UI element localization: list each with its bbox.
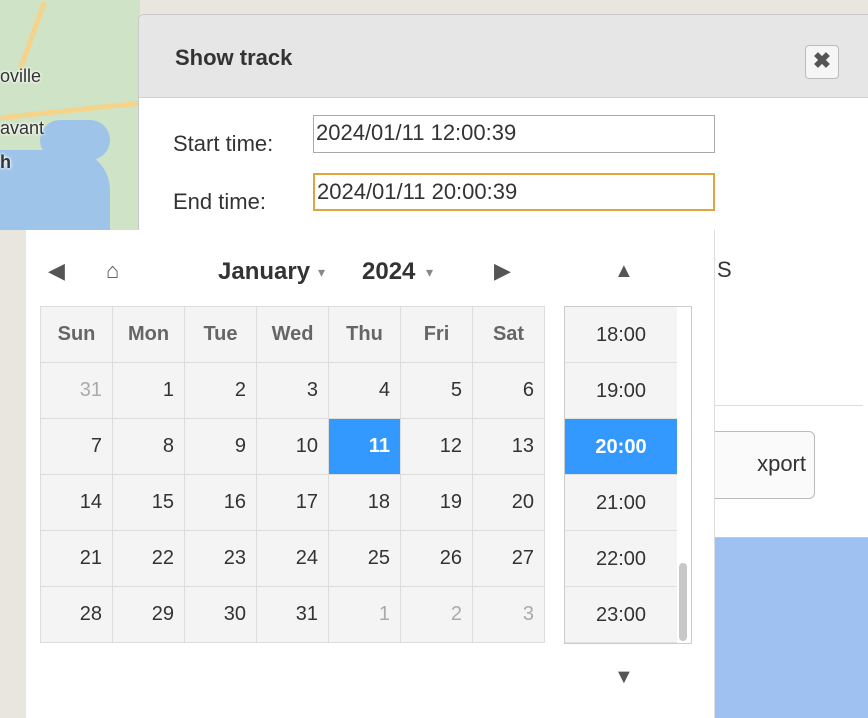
day-cell[interactable]: 1 — [328, 586, 401, 643]
chevron-left-icon[interactable]: ◀ — [48, 258, 65, 284]
time-item[interactable]: 18:00 — [565, 307, 677, 363]
map-label: avant — [0, 118, 45, 138]
day-cell[interactable]: 24 — [256, 530, 329, 587]
day-cell[interactable]: 16 — [184, 474, 257, 531]
close-button[interactable]: ✖ — [805, 45, 839, 79]
day-cell[interactable]: 22 — [112, 530, 185, 587]
end-time-input[interactable]: 2024/01/11 20:00:39 — [313, 173, 715, 211]
map-label: oville — [0, 66, 42, 86]
export-button[interactable]: xport — [699, 431, 815, 499]
day-cell[interactable]: 2 — [400, 586, 473, 643]
week-row: 21 22 23 24 25 26 27 — [40, 530, 545, 587]
start-time-label: Start time: — [173, 131, 274, 156]
day-cell[interactable]: 21 — [40, 530, 113, 587]
calendar-grid: Sun Mon Tue Wed Thu Fri Sat 31 1 2 3 4 5… — [40, 306, 545, 643]
day-cell[interactable]: 3 — [256, 362, 329, 419]
day-cell[interactable]: 31 — [256, 586, 329, 643]
day-cell[interactable]: 26 — [400, 530, 473, 587]
partial-label: S — [717, 257, 732, 282]
weekday-header: Sun — [40, 306, 113, 363]
day-cell[interactable]: 27 — [472, 530, 545, 587]
time-item-selected[interactable]: 20:00 — [565, 419, 677, 475]
start-time-input[interactable]: 2024/01/11 12:00:39 — [313, 115, 715, 153]
weekday-header-row: Sun Mon Tue Wed Thu Fri Sat — [40, 306, 545, 363]
scrollbar[interactable] — [679, 563, 687, 641]
day-cell[interactable]: 1 — [112, 362, 185, 419]
caret-down-icon[interactable]: ▼ — [614, 666, 634, 689]
weekday-header: Wed — [256, 306, 329, 363]
day-cell[interactable]: 29 — [112, 586, 185, 643]
time-item[interactable]: 23:00 — [565, 587, 677, 643]
day-cell[interactable]: 8 — [112, 418, 185, 475]
day-cell[interactable]: 10 — [256, 418, 329, 475]
day-cell[interactable]: 2 — [184, 362, 257, 419]
day-cell[interactable]: 4 — [328, 362, 401, 419]
day-cell[interactable]: 6 — [472, 362, 545, 419]
end-time-label: End time: — [173, 189, 266, 214]
divider — [713, 405, 863, 406]
day-cell[interactable]: 25 — [328, 530, 401, 587]
weekday-header: Thu — [328, 306, 401, 363]
datetime-picker: ◀ ⌂ January ▾ 2024 ▾ ▶ ▲ Sun Mon Tue Wed… — [26, 230, 715, 718]
day-cell[interactable]: 18 — [328, 474, 401, 531]
time-list[interactable]: 18:00 19:00 20:00 21:00 22:00 23:00 — [564, 306, 692, 644]
home-icon[interactable]: ⌂ — [106, 258, 119, 284]
time-item[interactable]: 21:00 — [565, 475, 677, 531]
chevron-down-icon[interactable]: ▾ — [426, 264, 433, 281]
day-cell[interactable]: 15 — [112, 474, 185, 531]
day-cell[interactable]: 14 — [40, 474, 113, 531]
week-row: 14 15 16 17 18 19 20 — [40, 474, 545, 531]
week-row: 7 8 9 10 11 12 13 — [40, 418, 545, 475]
day-cell-selected[interactable]: 11 — [328, 418, 401, 475]
caret-up-icon[interactable]: ▲ — [614, 260, 634, 283]
blue-panel — [714, 538, 868, 718]
day-cell[interactable]: 28 — [40, 586, 113, 643]
weekday-header: Fri — [400, 306, 473, 363]
day-cell[interactable]: 23 — [184, 530, 257, 587]
time-item[interactable]: 19:00 — [565, 363, 677, 419]
day-cell[interactable]: 19 — [400, 474, 473, 531]
day-cell[interactable]: 5 — [400, 362, 473, 419]
chevron-down-icon[interactable]: ▾ — [318, 264, 325, 281]
time-item[interactable]: 22:00 — [565, 531, 677, 587]
day-cell[interactable]: 17 — [256, 474, 329, 531]
weekday-header: Mon — [112, 306, 185, 363]
dialog-header[interactable]: Show track ✖ — [139, 15, 868, 98]
weekday-header: Tue — [184, 306, 257, 363]
map-label: h — [0, 152, 11, 172]
month-select[interactable]: January — [218, 258, 310, 286]
day-cell[interactable]: 31 — [40, 362, 113, 419]
chevron-right-icon[interactable]: ▶ — [494, 258, 511, 284]
day-cell[interactable]: 3 — [472, 586, 545, 643]
day-cell[interactable]: 12 — [400, 418, 473, 475]
day-cell[interactable]: 13 — [472, 418, 545, 475]
day-cell[interactable]: 20 — [472, 474, 545, 531]
day-cell[interactable]: 9 — [184, 418, 257, 475]
close-icon: ✖ — [812, 48, 832, 73]
week-row: 28 29 30 31 1 2 3 — [40, 586, 545, 643]
day-cell[interactable]: 30 — [184, 586, 257, 643]
week-row: 31 1 2 3 4 5 6 — [40, 362, 545, 419]
day-cell[interactable]: 7 — [40, 418, 113, 475]
year-select[interactable]: 2024 — [362, 258, 415, 286]
weekday-header: Sat — [472, 306, 545, 363]
dialog-title: Show track — [175, 45, 293, 70]
